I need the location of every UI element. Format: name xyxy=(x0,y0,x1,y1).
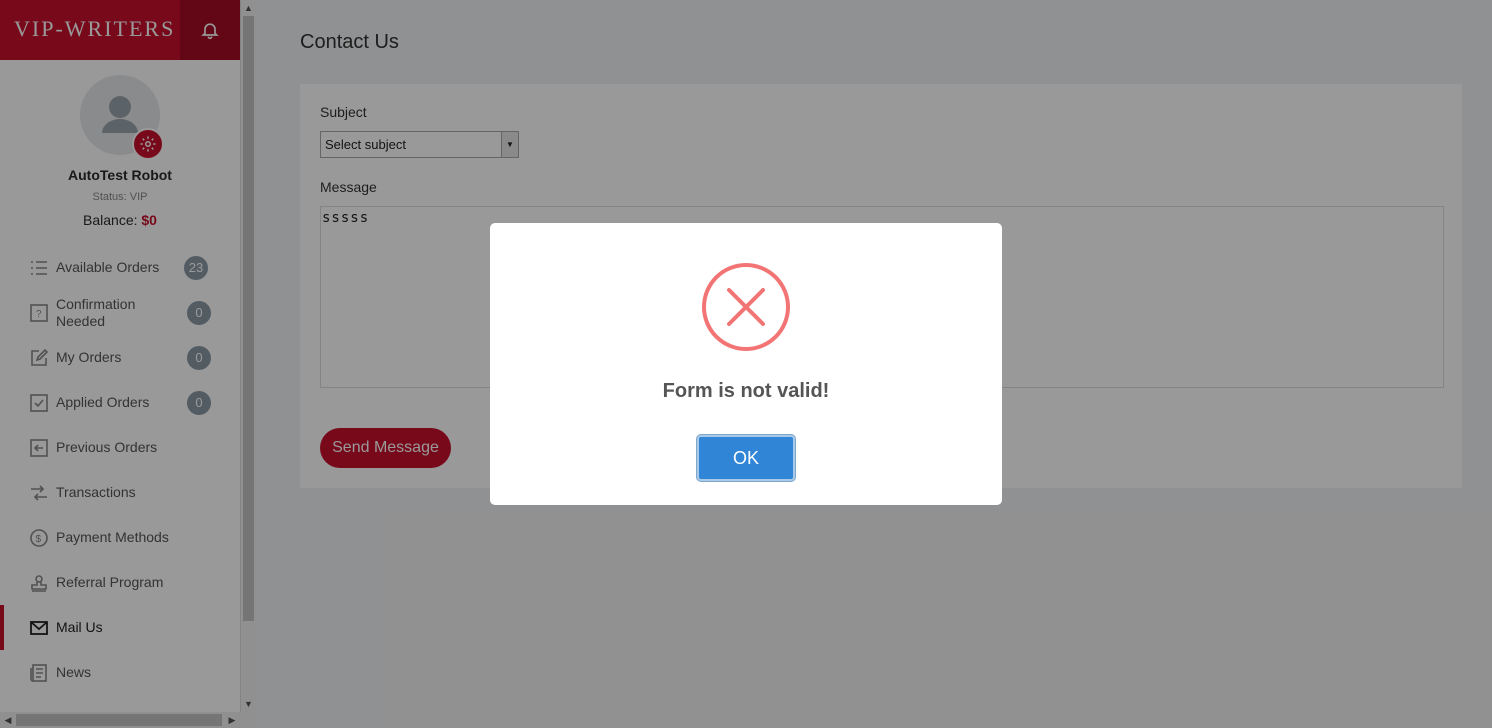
modal-title: Form is not valid! xyxy=(662,380,830,402)
ok-button[interactable]: OK xyxy=(697,435,795,481)
error-x-icon xyxy=(702,263,790,351)
alert-modal: Form is not valid! OK xyxy=(490,223,1002,505)
